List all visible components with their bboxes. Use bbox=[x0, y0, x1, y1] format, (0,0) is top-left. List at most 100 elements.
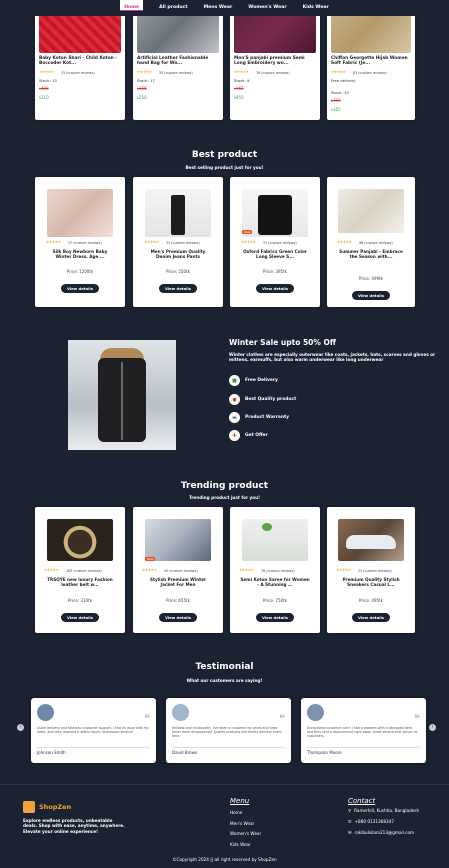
view-details-button[interactable]: View details bbox=[256, 613, 294, 622]
nav-mens-wear[interactable]: Mens Wear bbox=[204, 0, 233, 16]
product-price: Price: 1200tk bbox=[66, 269, 94, 274]
view-details-button[interactable]: View details bbox=[159, 613, 197, 622]
winter-jacket-image bbox=[68, 340, 176, 450]
product-card[interactable]: Men'S panjabi premium Semi Long Embroide… bbox=[230, 0, 320, 120]
rating-stars: ★★★★★ bbox=[239, 568, 254, 572]
product-image bbox=[242, 519, 308, 561]
view-details-button[interactable]: View details bbox=[61, 613, 99, 622]
review-count: 76 (custom reviews) bbox=[261, 569, 295, 573]
testimonial-name: Johnson Smith bbox=[37, 750, 66, 755]
view-details-button[interactable]: View details bbox=[61, 284, 99, 293]
old-price: ৳300 bbox=[331, 98, 341, 103]
product-price: Price: 495tk bbox=[359, 598, 383, 603]
nav-all-product[interactable]: All product bbox=[159, 0, 188, 16]
rating-stars: ★★★★★ bbox=[142, 568, 157, 572]
view-details-button[interactable]: View details bbox=[256, 284, 294, 293]
rating-stars: ★★★★★ bbox=[39, 70, 54, 74]
winter-sale-description: Winter clothes are especially outerwear … bbox=[229, 352, 436, 363]
product-price: Price: 655tk bbox=[166, 598, 190, 603]
product-image bbox=[145, 189, 211, 237]
contact-text: rakibulislam213@gmail.com bbox=[354, 830, 415, 835]
stock-text: Stock: 9 bbox=[234, 78, 250, 83]
product-card[interactable]: Chiffon Georgette Hijab Women Soft Fabri… bbox=[327, 0, 415, 120]
product-price: Price: 310tk bbox=[68, 598, 92, 603]
feature-label: Best Quality product bbox=[245, 397, 297, 402]
shop-bag-icon bbox=[23, 801, 35, 813]
review-count: 96 (custom reviews) bbox=[359, 241, 393, 245]
product-title: Stylish Premium Winter Jacket For Men bbox=[149, 577, 207, 588]
phone-icon: ✆ bbox=[348, 819, 352, 824]
footer-link-home[interactable]: Home bbox=[230, 810, 242, 815]
new-price: ৳850 bbox=[234, 95, 244, 100]
location-icon: ⚲ bbox=[348, 808, 352, 813]
product-title: Men'S panjabi premium Semi Long Embroide… bbox=[234, 56, 305, 67]
product-title: TRSOYE new luxury Fashion leather belt w… bbox=[47, 577, 113, 588]
product-card[interactable]: ★★★★★ 23 (custom reviews) Premium Qualit… bbox=[327, 507, 415, 633]
view-details-button[interactable]: View details bbox=[159, 284, 197, 293]
sale-badge: Sale bbox=[145, 557, 156, 561]
review-count: 23 (custom reviews) bbox=[358, 569, 392, 573]
product-card[interactable]: Sale ★★★★★ 37 (custom reviews) Oxford Fa… bbox=[230, 177, 320, 307]
product-title: Chiffon Georgette Hijab Women Soft Fabri… bbox=[331, 56, 408, 67]
view-details-button[interactable]: View details bbox=[352, 291, 390, 300]
product-card[interactable]: ★★★★★ 33 (custom reviews) Men's Premium … bbox=[133, 177, 223, 307]
product-image bbox=[47, 189, 113, 237]
product-card[interactable]: Sale ★★★★★ 45 (custom reviews) Stylish P… bbox=[133, 507, 223, 633]
avatar bbox=[307, 704, 324, 721]
product-image bbox=[338, 519, 404, 561]
footer-contact-title: Contact bbox=[348, 797, 376, 805]
rating-stars: ★★★★★ bbox=[336, 568, 351, 572]
product-card[interactable]: Artificial Leather Fashionable hand Bag … bbox=[133, 0, 223, 120]
product-card[interactable]: Baby Koton Shari - Child Koton - Boccode… bbox=[35, 0, 125, 120]
footer-link-mens-wear[interactable]: Men's Wear bbox=[230, 821, 254, 826]
product-image bbox=[47, 519, 113, 561]
testimonial-text: Quick delivery and fantastic customer su… bbox=[37, 726, 149, 735]
new-price: ৳165 bbox=[331, 107, 341, 112]
avatar bbox=[172, 704, 189, 721]
testimonial-card: ❝ Reliable and trustworthy. I've been a … bbox=[166, 698, 291, 763]
footer-link-womens-wear[interactable]: Women's Wear bbox=[230, 831, 261, 836]
product-card[interactable]: ★★★★★ 76 (custom reviews) Semi Koton Sar… bbox=[230, 507, 320, 633]
prev-arrow-button[interactable]: ‹ bbox=[17, 724, 24, 731]
quote-icon: ❝ bbox=[144, 712, 150, 725]
product-title: Oxford Fabrics Green Color Long Sleeve S… bbox=[243, 249, 307, 260]
view-details-button[interactable]: View details bbox=[352, 613, 390, 622]
trending-product-title: Trending product bbox=[180, 481, 269, 491]
review-count: 76 (custom reviews) bbox=[256, 71, 290, 75]
copyright-text: ©Copyright 2024 || all right reserved by… bbox=[172, 857, 277, 862]
nav-womens-wear[interactable]: Women's Wear bbox=[248, 0, 286, 16]
product-card[interactable]: ★★★★★ 96 (custom reviews) Summer Panjabi… bbox=[327, 177, 415, 307]
feature-best-quality: ● Best Quality product bbox=[229, 394, 296, 405]
product-card[interactable]: ★★★★★ 163 (custom reviews) TRSOYE new lu… bbox=[35, 507, 125, 633]
nav-home[interactable]: Home bbox=[120, 0, 144, 11]
best-product-subtitle: Best selling product just for you! bbox=[185, 165, 264, 170]
review-count: 33 (custom reviews) bbox=[166, 241, 200, 245]
feature-label: Free Delivery bbox=[245, 378, 278, 383]
rating-stars: ★★★★★ bbox=[137, 70, 152, 74]
rating-stars: ★★★★★ bbox=[44, 568, 59, 572]
review-count: 25 (custom reviews) bbox=[61, 71, 95, 75]
rating-stars: ★★★★★ bbox=[241, 240, 256, 244]
product-title: Silk Boy Newborn Baby Winter Dress, Age … bbox=[52, 249, 108, 260]
stock-text: Stock: 13 bbox=[39, 78, 57, 83]
nav-kids-wear[interactable]: Kids Wear bbox=[303, 0, 329, 16]
contact-phone: ✆ +880 0131368347 bbox=[348, 819, 394, 824]
product-title: Artificial Leather Fashionable hand Bag … bbox=[137, 56, 209, 67]
divider bbox=[37, 747, 150, 748]
new-price: ৳250 bbox=[137, 95, 147, 100]
product-price: Price: 499tk bbox=[359, 276, 383, 281]
product-price: Price: 395tk bbox=[263, 269, 287, 274]
product-card[interactable]: ★★★★★ 27 (custom reviews) Silk Boy Newbo… bbox=[35, 177, 125, 307]
product-title: Baby Koton Shari - Child Koton - Boccode… bbox=[39, 56, 118, 67]
mail-icon: ✉ bbox=[348, 830, 352, 835]
product-price: Price: 750tk bbox=[263, 598, 287, 603]
footer-link-kids-wear[interactable]: Kids Wear bbox=[230, 842, 251, 847]
next-arrow-button[interactable]: › bbox=[429, 724, 436, 731]
review-count: 163 (custom reviews) bbox=[66, 569, 102, 573]
quote-icon: ❝ bbox=[279, 712, 285, 725]
rating-stars: ★★★★★ bbox=[331, 70, 346, 74]
product-title: Premium Quality Stylish Sneakers Casual … bbox=[342, 577, 400, 588]
contact-email[interactable]: ✉ rakibulislam213@gmail.com bbox=[348, 830, 414, 835]
footer-brand[interactable]: ShopZen bbox=[23, 801, 71, 813]
delivery-text: Free delivery bbox=[331, 78, 356, 83]
